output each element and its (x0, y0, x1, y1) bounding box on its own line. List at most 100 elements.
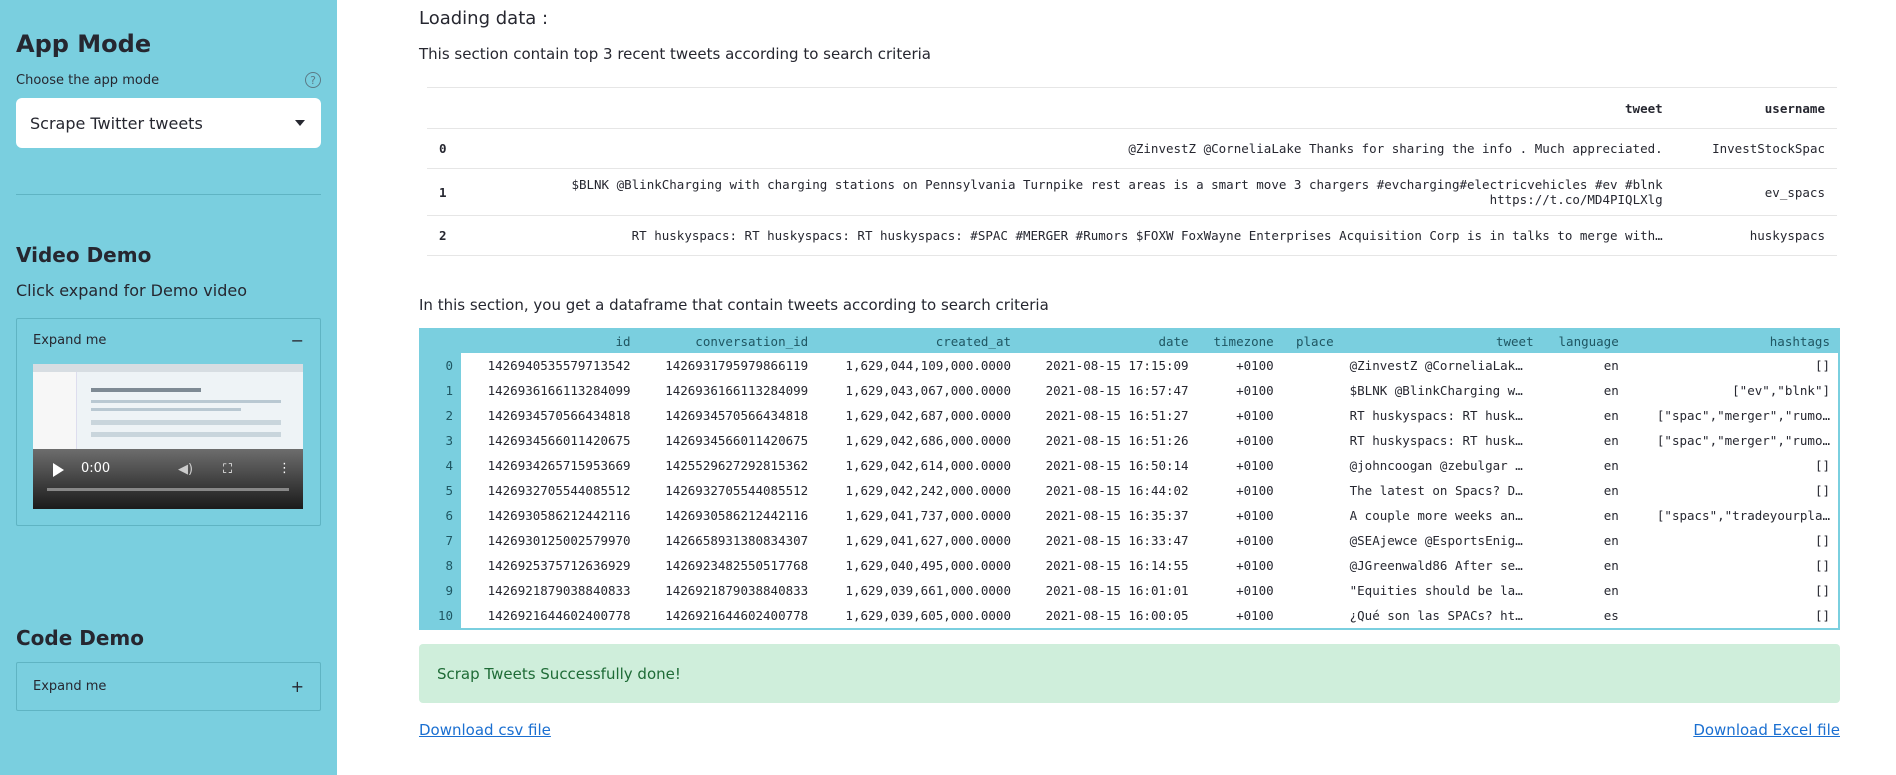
dataframe-header-index[interactable] (421, 330, 461, 353)
dataframe-row: 2 1426934570566434818 1426934570566434818 1… (421, 403, 1838, 428)
dataframe-header-id[interactable]: id (461, 330, 639, 353)
dataframe-cell-language: en (1603, 458, 1619, 473)
dataframe-cell-tweet: A couple more weeks an… (1349, 508, 1523, 523)
dataframe-cell-tweet: The latest on Spacs? D… (1349, 483, 1523, 498)
dataframe-cell-index: 3 (421, 428, 461, 453)
sidebar-divider (16, 194, 321, 195)
app-mode-select[interactable]: Scrape Twitter tweets (16, 98, 321, 148)
dataframe-cell-timezone: +0100 (1236, 458, 1274, 473)
dataframe-cell-conversation-id: 1425529627292815362 (665, 458, 809, 473)
question-circle-icon[interactable]: ? (305, 72, 321, 88)
more-options-icon[interactable]: ⋮ (278, 461, 291, 476)
dataframe-cell-id: 1426934265715953669 (487, 458, 631, 473)
video-expander[interactable]: Expand me − 0:00 ◀) ⛶ ⋮ (16, 318, 321, 526)
dataframe-cell-conversation-id: 1426921644602400778 (665, 608, 809, 623)
video-controls: 0:00 ◀) ⛶ ⋮ (33, 449, 303, 509)
section1-text: This section contain top 3 recent tweets… (419, 45, 931, 63)
dataframe-header-tweet[interactable]: tweet (1341, 330, 1542, 353)
main-content: Loading data : This section contain top … (337, 0, 1896, 775)
dataframe-header-timezone[interactable]: timezone (1196, 330, 1282, 353)
dataframe-cell-tweet: @SEAjewce @EsportsEnig… (1349, 533, 1523, 548)
dataframe-cell-language: en (1603, 433, 1619, 448)
dataframe-cell-tweet: @ZinvestZ @CorneliaLak… (1349, 358, 1523, 373)
table-header-index (427, 87, 468, 129)
sidebar: App Mode Choose the app mode ? Scrape Tw… (0, 0, 337, 775)
dataframe-cell-tweet: RT huskyspacs: RT husk… (1349, 433, 1523, 448)
dataframe-header-conversation-id[interactable]: conversation_id (638, 330, 817, 353)
video-expander-header[interactable]: Expand me − (33, 331, 304, 350)
table-header-username: username (1674, 87, 1837, 129)
dataframe-cell-conversation-id: 1426931795979866119 (665, 358, 809, 373)
dataframe-cell-index: 2 (421, 403, 461, 428)
dataframe-cell-hashtags: ["spacs","tradeyourpla… (1656, 508, 1830, 523)
dataframe-cell-created-at: 1,629,043,067,000.0000 (845, 383, 1011, 398)
dataframe-cell-timezone: +0100 (1236, 408, 1274, 423)
dataframe-cell-language: en (1603, 558, 1619, 573)
dataframe-header-hashtags[interactable]: hashtags (1626, 330, 1838, 353)
dataframe-cell-date: 2021-08-15 16:00:05 (1045, 608, 1189, 623)
table-row: 0 @ZinvestZ @CorneliaLake Thanks for sha… (427, 128, 1837, 169)
dataframe-cell-index: 10 (421, 603, 461, 628)
dataframe-cell-created-at: 1,629,042,242,000.0000 (845, 483, 1011, 498)
dataframe-cell-tweet: RT huskyspacs: RT husk… (1349, 408, 1523, 423)
dataframe-cell-index: 4 (421, 453, 461, 478)
dataframe-cell-id: 1426930586212442116 (487, 508, 631, 523)
dataframe-cell-conversation-id: 1426930586212442116 (665, 508, 809, 523)
tweets-dataframe[interactable]: id conversation_id created_at date timezone p… (419, 328, 1840, 630)
loading-heading: Loading data : (419, 8, 549, 29)
dataframe-cell-created-at: 1,629,042,614,000.0000 (845, 458, 1011, 473)
play-icon[interactable] (53, 463, 64, 477)
fullscreen-icon[interactable]: ⛶ (223, 462, 232, 477)
dataframe-row: 7 1426930125002579970 1426658931380834307 1… (421, 528, 1838, 553)
download-csv-link[interactable]: Download csv file (419, 721, 551, 739)
dataframe-cell-date: 2021-08-15 16:51:27 (1045, 408, 1189, 423)
table-header-row: tweet username (427, 87, 1837, 129)
video-progress-track[interactable] (47, 488, 289, 491)
app-root: App Mode Choose the app mode ? Scrape Tw… (0, 0, 1896, 775)
dataframe-cell-language: en (1603, 583, 1619, 598)
video-demo-text: Click expand for Demo video (16, 281, 247, 300)
dataframe-cell-index: 7 (421, 528, 461, 553)
success-message: Scrap Tweets Successfully done! (437, 664, 681, 683)
dataframe-cell-hashtags: ["spac","merger","rumo… (1656, 408, 1830, 423)
dataframe-cell-hashtags: [] (1814, 458, 1830, 473)
dataframe-cell-hashtags: [] (1814, 358, 1830, 373)
demo-video-player[interactable]: 0:00 ◀) ⛶ ⋮ (33, 364, 303, 509)
sidebar-title: App Mode (16, 30, 152, 58)
dataframe-cell-id: 1426921879038840833 (487, 583, 631, 598)
download-excel-link[interactable]: Download Excel file (1693, 721, 1840, 739)
dataframe-cell-place (1282, 353, 1342, 378)
dataframe-cell-place (1282, 378, 1342, 403)
dataframe-cell-id: 1426940535579713542 (487, 358, 631, 373)
code-expander-header[interactable]: Expand me + (33, 677, 304, 696)
dataframe-cell-index: 0 (421, 353, 461, 378)
dataframe-header-created-at[interactable]: created_at (816, 330, 1019, 353)
dataframe-header-place[interactable]: place (1281, 330, 1342, 353)
dataframe-cell-date: 2021-08-15 16:44:02 (1045, 483, 1189, 498)
dataframe-cell-date: 2021-08-15 16:35:37 (1045, 508, 1189, 523)
dataframe-cell-conversation-id: 1426934566011420675 (665, 433, 809, 448)
dataframe-cell-created-at: 1,629,041,627,000.0000 (845, 533, 1011, 548)
dataframe-cell-place (1282, 453, 1342, 478)
dataframe-body: 0 1426940535579713542 1426931795979866119 1… (421, 353, 1838, 628)
dataframe-cell-timezone: +0100 (1236, 608, 1274, 623)
app-mode-label-row: Choose the app mode ? (16, 72, 321, 88)
section2-text: In this section, you get a dataframe tha… (419, 296, 1049, 314)
dataframe-cell-place (1282, 403, 1342, 428)
video-time: 0:00 (81, 461, 111, 476)
volume-icon[interactable]: ◀) (178, 462, 193, 477)
caret-down-icon (295, 120, 305, 126)
collapse-icon[interactable]: − (291, 331, 304, 350)
dataframe-cell-hashtags: [] (1814, 533, 1830, 548)
dataframe-cell-language: en (1603, 383, 1619, 398)
dataframe-cell-hashtags: [] (1814, 558, 1830, 573)
expand-icon[interactable]: + (291, 677, 304, 696)
dataframe-cell-tweet: ¿Qué son las SPACs? ht… (1349, 608, 1523, 623)
dataframe-table: id conversation_id created_at date timezone p… (421, 330, 1838, 628)
dataframe-header-date[interactable]: date (1019, 330, 1197, 353)
dataframe-cell-id: 1426934566011420675 (487, 433, 631, 448)
dataframe-cell-created-at: 1,629,039,661,000.0000 (845, 583, 1011, 598)
code-expander[interactable]: Expand me + (16, 662, 321, 711)
dataframe-header-language[interactable]: language (1541, 330, 1627, 353)
dataframe-cell-id: 1426925375712636929 (487, 558, 631, 573)
